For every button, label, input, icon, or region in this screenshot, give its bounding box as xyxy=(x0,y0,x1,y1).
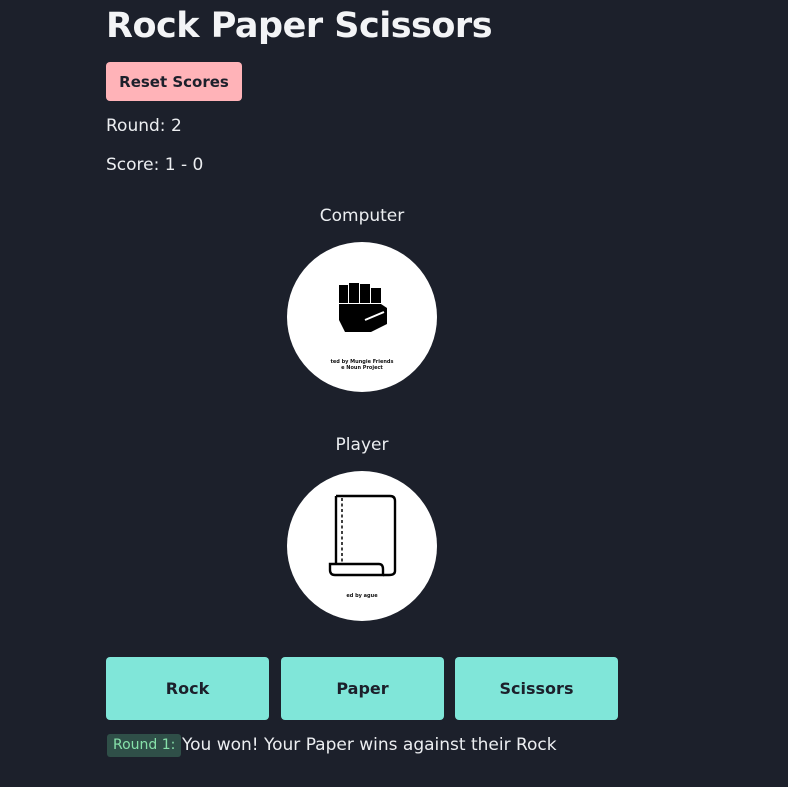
computer-credit-line2: e Noun Project xyxy=(341,365,383,371)
paper-sheet-icon xyxy=(328,494,397,577)
rock-button[interactable]: Rock xyxy=(106,657,269,720)
round-result-message: You won! Your Paper wins against their R… xyxy=(182,735,557,755)
computer-icon-credit: ted by Mungie Friends e Noun Project xyxy=(287,359,437,371)
computer-label: Computer xyxy=(319,206,405,226)
score-value: 1 - 0 xyxy=(164,155,204,175)
scissors-button[interactable]: Scissors xyxy=(455,657,618,720)
round-counter: Round: 2 xyxy=(106,116,182,136)
rock-fist-icon xyxy=(339,283,387,332)
player-credit-line1: ed by ague xyxy=(346,593,378,599)
round-label: Round: xyxy=(106,116,166,136)
page-title: Rock Paper Scissors xyxy=(106,6,493,46)
round-value: 2 xyxy=(170,116,182,136)
player-label: Player xyxy=(335,435,389,455)
score-label: Score: xyxy=(106,155,160,175)
reset-scores-button[interactable]: Reset Scores xyxy=(106,62,242,101)
game-page: Rock Paper Scissors Reset Scores Round: … xyxy=(0,0,788,787)
player-icon-credit: ed by ague xyxy=(287,593,437,599)
paper-button[interactable]: Paper xyxy=(281,657,444,720)
round-log-badge: Round 1: xyxy=(107,734,182,757)
player-choice-display: ed by ague xyxy=(287,471,437,621)
computer-choice-display: ted by Mungie Friends e Noun Project xyxy=(287,242,437,392)
score-display: Score: 1 - 0 xyxy=(106,155,203,175)
